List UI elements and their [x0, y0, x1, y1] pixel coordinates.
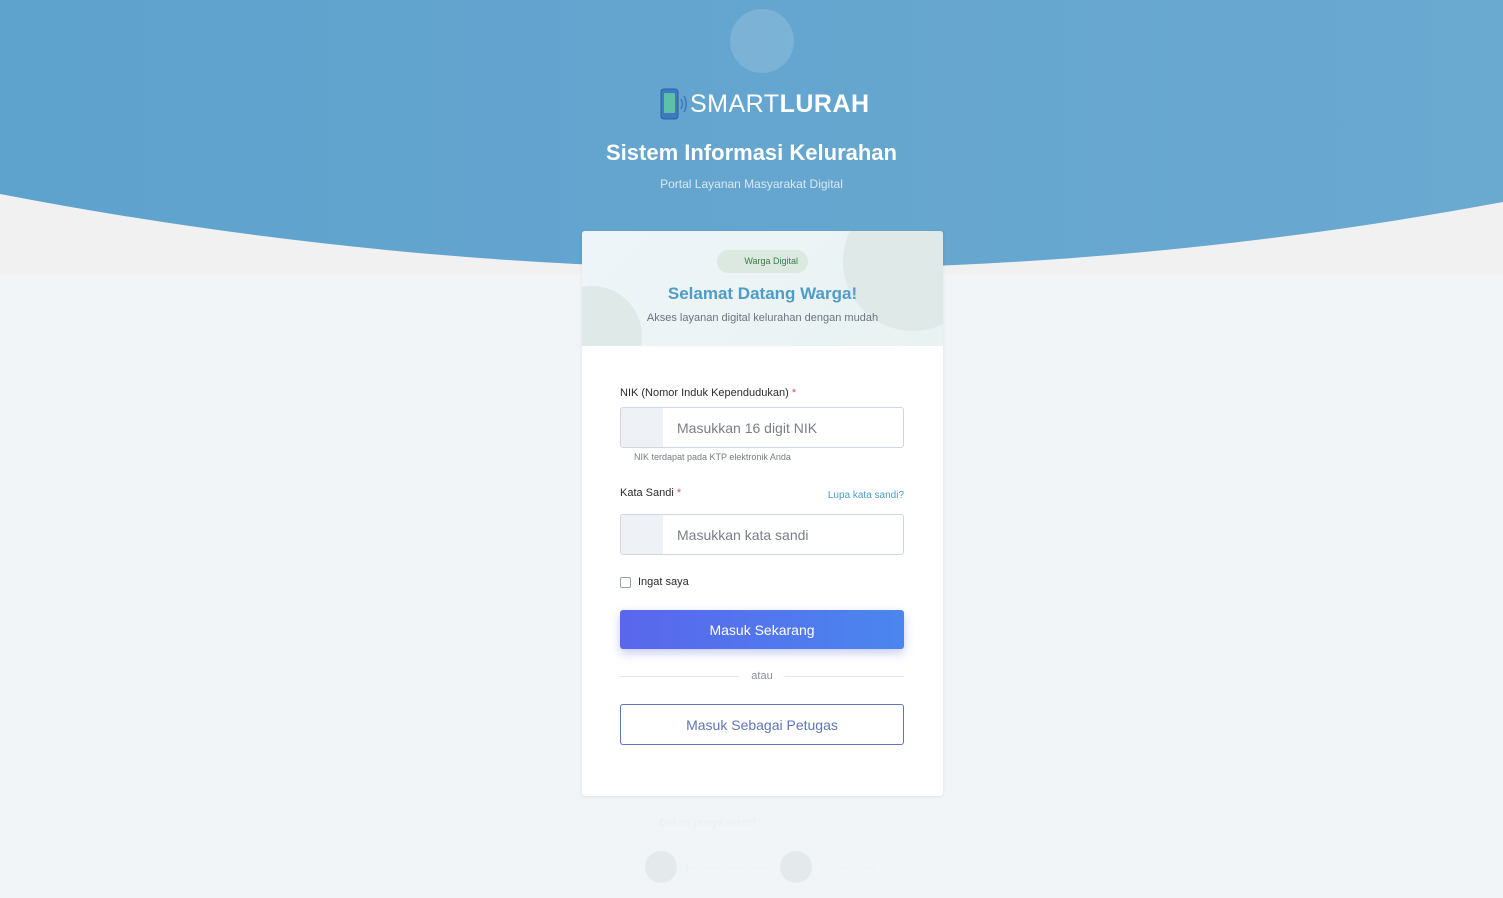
login-page: SMARTLURAH Sistem Informasi Kelurahan Po… — [0, 0, 1503, 898]
lock-icon — [621, 515, 663, 554]
password-input[interactable] — [663, 515, 903, 554]
footer-features: Layanan Terpercaya Proses Cepat — [645, 851, 889, 883]
divider-label: atau — [751, 670, 773, 682]
nik-input[interactable] — [663, 408, 903, 447]
bolt-icon — [780, 851, 813, 883]
password-label: Kata Sandi * — [620, 486, 681, 500]
brand-logo-text: SMARTLURAH — [690, 89, 870, 119]
welcome-subtitle: Akses layanan digital kelurahan dengan m… — [646, 312, 879, 324]
forgot-password-link[interactable]: Lupa kata sandi? — [828, 490, 904, 502]
top-decorative-circle — [730, 9, 794, 73]
role-badge: Warga Digital — [717, 250, 808, 273]
login-button[interactable]: Masuk Sekarang — [620, 610, 904, 649]
login-card-header: Warga Digital Selamat Datang Warga! Akse… — [582, 231, 943, 346]
footer-feature-label: Layanan Terpercaya — [686, 862, 768, 872]
remember-me-label: Ingat saya — [638, 576, 689, 588]
divider-line — [784, 675, 905, 677]
password-label-text: Kata Sandi — [620, 487, 674, 499]
remember-me-checkbox[interactable] — [620, 576, 631, 588]
shield-icon — [645, 851, 677, 883]
remember-me[interactable]: Ingat saya — [620, 575, 689, 589]
smartphone-icon — [660, 88, 688, 120]
brand-logo-text-thin: SMART — [690, 90, 780, 118]
brand-logo: SMARTLURAH — [660, 87, 870, 121]
divider-line — [620, 675, 740, 677]
page-title: Sistem Informasi Kelurahan — [606, 140, 897, 165]
nik-help-text: NIK terdapat pada KTP elektronik Anda — [634, 452, 791, 462]
officer-login-button[interactable]: Masuk Sebagai Petugas — [620, 704, 904, 745]
register-prompt-text: Belum punya akun? — [659, 817, 757, 829]
welcome-title: Selamat Datang Warga! — [667, 284, 858, 303]
footer-feature-label: Proses Cepat — [821, 862, 876, 872]
login-card: Warga Digital Selamat Datang Warga! Akse… — [582, 231, 943, 796]
nik-input-group — [620, 407, 904, 448]
required-mark: * — [791, 387, 797, 399]
register-link[interactable]: Daftar Sekarang — [759, 817, 843, 829]
required-mark: * — [676, 487, 682, 499]
nik-label-text: NIK (Nomor Induk Kependudukan) — [620, 387, 789, 399]
nik-label: NIK (Nomor Induk Kependudukan) * — [620, 386, 796, 400]
register-prompt: Belum punya akun? Daftar Sekarang — [0, 816, 1503, 830]
password-input-group — [620, 514, 904, 555]
id-card-icon — [621, 408, 663, 447]
footer-feature: Proses Cepat — [780, 851, 876, 883]
brand-logo-text-bold: LURAH — [779, 90, 870, 118]
footer-feature: Layanan Terpercaya — [645, 851, 767, 883]
page-subtitle: Portal Layanan Masyarakat Digital — [660, 177, 843, 191]
or-divider: atau — [620, 668, 905, 684]
